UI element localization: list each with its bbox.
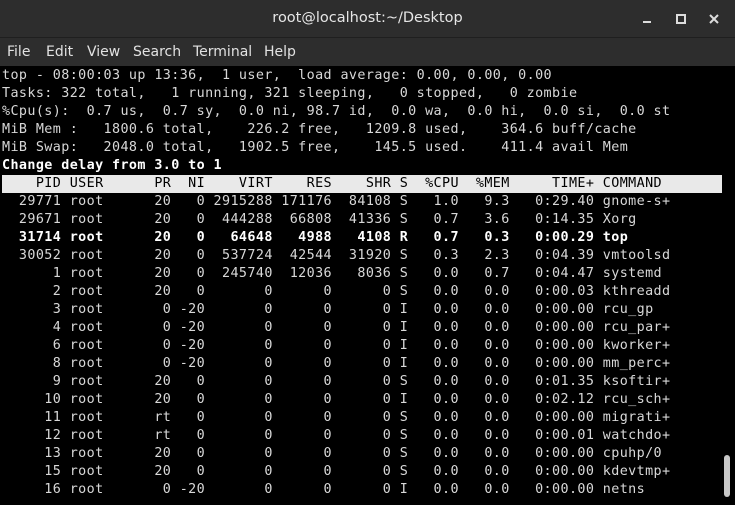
table-row: 9 root 20 0 0 0 0 S 0.0 0.0 0:01.35 ksof… xyxy=(2,374,671,389)
table-row: 15 root 20 0 0 0 0 S 0.0 0.0 0:00.00 kde… xyxy=(2,464,671,479)
scrollbar-thumb[interactable] xyxy=(724,455,730,497)
minimize-icon xyxy=(643,21,651,23)
terminal-window: root@localhost:~/Desktop File Edit View … xyxy=(0,0,735,505)
summary-cpu: %Cpu(s): 0.7 us, 0.7 sy, 0.0 ni, 98.7 id… xyxy=(2,104,671,119)
table-row-running: 31714 root 20 0 64648 4988 4108 R 0.7 0.… xyxy=(2,230,629,245)
table-row: 13 root 20 0 0 0 0 S 0.0 0.0 0:00.00 cpu… xyxy=(2,446,663,461)
table-row: 3 root 0 -20 0 0 0 I 0.0 0.0 0:00.00 rcu… xyxy=(2,302,654,317)
process-table-header: PID USER PR NI VIRT RES SHR S %CPU %MEM … xyxy=(2,175,722,193)
table-row: 29771 root 20 0 2915288 171176 84108 S 1… xyxy=(2,194,671,209)
close-icon xyxy=(709,14,719,24)
scrollbar[interactable] xyxy=(724,66,732,505)
table-row: 30052 root 20 0 537724 42544 31920 S 0.3… xyxy=(2,248,671,263)
window-title: root@localhost:~/Desktop xyxy=(272,10,463,26)
table-row: 2 root 20 0 0 0 0 S 0.0 0.0 0:00.03 kthr… xyxy=(2,284,671,299)
menu-help[interactable]: Help xyxy=(263,38,297,66)
menu-file[interactable]: File xyxy=(6,38,31,66)
menu-view[interactable]: View xyxy=(86,38,121,66)
table-row: 10 root 20 0 0 0 0 I 0.0 0.0 0:02.12 rcu… xyxy=(2,392,671,407)
table-row: 16 root 0 -20 0 0 0 I 0.0 0.0 0:00.00 ne… xyxy=(2,482,646,497)
maximize-icon xyxy=(676,14,686,24)
minimize-button[interactable] xyxy=(636,8,658,30)
top-output: top - 08:00:03 up 13:36, 1 user, load av… xyxy=(2,67,722,499)
summary-swap: MiB Swap: 2048.0 total, 1902.5 free, 145… xyxy=(2,140,629,155)
menu-search[interactable]: Search xyxy=(132,38,182,66)
table-row: 11 root rt 0 0 0 0 S 0.0 0.0 0:00.00 mig… xyxy=(2,410,671,425)
menu-edit[interactable]: Edit xyxy=(45,38,74,66)
menu-bar: File Edit View Search Terminal Help xyxy=(0,38,735,66)
menu-terminal[interactable]: Terminal xyxy=(192,38,253,66)
summary-tasks: Tasks: 322 total, 1 running, 321 sleepin… xyxy=(2,86,578,101)
table-row: 8 root 0 -20 0 0 0 I 0.0 0.0 0:00.00 mm_… xyxy=(2,356,671,371)
close-button[interactable] xyxy=(703,8,725,30)
table-row: 6 root 0 -20 0 0 0 I 0.0 0.0 0:00.00 kwo… xyxy=(2,338,671,353)
title-bar[interactable]: root@localhost:~/Desktop xyxy=(0,0,735,38)
delay-prompt: Change delay from 3.0 to 1 xyxy=(2,158,223,173)
table-row: 12 root rt 0 0 0 0 S 0.0 0.0 0:00.01 wat… xyxy=(2,428,671,443)
summary-uptime: top - 08:00:03 up 13:36, 1 user, load av… xyxy=(2,68,553,83)
summary-mem: MiB Mem : 1800.6 total, 226.2 free, 1209… xyxy=(2,122,637,137)
terminal-output[interactable]: top - 08:00:03 up 13:36, 1 user, load av… xyxy=(0,66,735,505)
table-row: 29671 root 20 0 444288 66808 41336 S 0.7… xyxy=(2,212,637,227)
maximize-button[interactable] xyxy=(670,8,692,30)
table-row: 4 root 0 -20 0 0 0 I 0.0 0.0 0:00.00 rcu… xyxy=(2,320,671,335)
table-row: 1 root 20 0 245740 12036 8036 S 0.0 0.7 … xyxy=(2,266,663,281)
